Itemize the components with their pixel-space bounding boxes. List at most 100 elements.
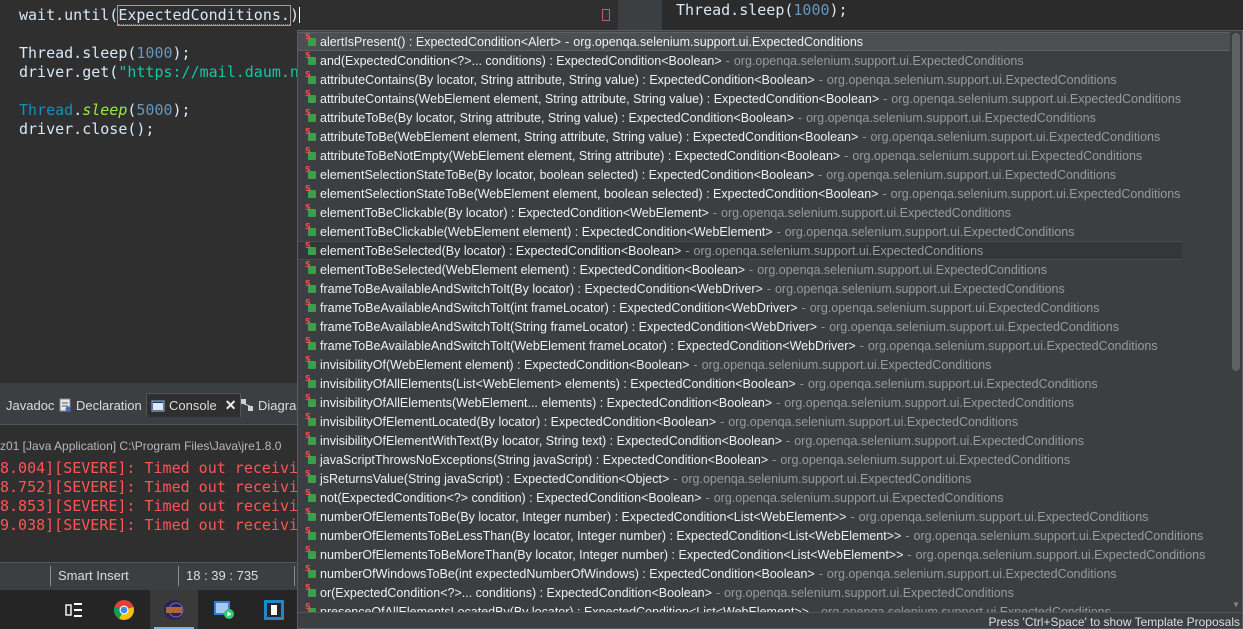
proposal-signature: frameToBeAvailableAndSwitchToIt(By locat… — [320, 281, 763, 296]
proposal-qualifier: org.openqa.selenium.support.ui.ExpectedC… — [913, 528, 1204, 543]
proposal-item[interactable]: SjavaScriptThrowsNoExceptions(String jav… — [298, 450, 1232, 469]
proposal-item[interactable]: SinvisibilityOf(WebElement element) : Ex… — [298, 355, 1232, 374]
assist-footer: Press 'Ctrl+Space' to show Template Prop… — [298, 612, 1242, 628]
code-token: ); — [829, 1, 848, 19]
proposal-signature: invisibilityOfElementWithText(By locator… — [320, 433, 783, 448]
proposal-separator: - — [776, 395, 781, 410]
console-panel[interactable]: z01 [Java Application] C:\Program Files\… — [0, 425, 298, 562]
proposal-separator: - — [766, 281, 771, 296]
proposal-item[interactable]: SnumberOfWindowsToBe(int expectedNumberO… — [298, 564, 1232, 583]
proposal-separator: - — [821, 319, 826, 334]
code-token-static-method: sleep — [82, 101, 128, 119]
tab-console[interactable]: Console ✕ — [146, 393, 242, 417]
task-view-icon[interactable] — [50, 590, 98, 629]
proposal-scrollbar[interactable]: ▼ — [1230, 31, 1242, 612]
proposal-item[interactable]: Sand(ExpectedCondition<?>... conditions)… — [298, 51, 1232, 70]
proposal-qualifier: org.openqa.selenium.support.ui.ExpectedC… — [806, 110, 1096, 125]
proposal-item[interactable]: SelementSelectionStateToBe(WebElement el… — [298, 184, 1232, 203]
proposal-signature: and(ExpectedCondition<?>... conditions) … — [320, 53, 722, 68]
proposal-signature: elementSelectionStateToBe(By locator, bo… — [320, 167, 815, 182]
proposal-item[interactable]: SinvisibilityOfElementLocated(By locator… — [298, 412, 1232, 431]
eclipse-icon[interactable] — [150, 590, 198, 629]
code-token: . — [73, 101, 83, 119]
proposal-item[interactable]: SnumberOfElementsToBeMoreThan(By locator… — [298, 545, 1232, 564]
proposal-qualifier: org.openqa.selenium.support.ui.ExpectedC… — [780, 452, 1071, 467]
console-launch-header: z01 [Java Application] C:\Program Files\… — [0, 439, 282, 453]
scroll-down-icon[interactable]: ▼ — [1232, 600, 1240, 610]
code-token: ); — [172, 44, 191, 62]
proposal-item[interactable]: SjsReturnsValue(String javaScript) : Exp… — [298, 469, 1232, 488]
code-line-5[interactable]: driver.close(); — [19, 120, 154, 139]
chrome-icon[interactable] — [100, 590, 148, 629]
tab-declaration[interactable]: Declaration — [58, 395, 142, 415]
tab-label: Javadoc — [6, 397, 55, 413]
proposal-signature: attributeContains(WebElement element, St… — [320, 91, 880, 106]
proposal-signature: numberOfElementsToBeLessThan(By locator,… — [320, 528, 902, 543]
proposal-separator: - — [673, 471, 678, 486]
proposal-item[interactable]: SinvisibilityOfElementWithText(By locato… — [298, 431, 1232, 450]
console-line: 9.038][SEVERE]: Timed out receivi — [0, 516, 298, 534]
proposal-item[interactable]: SattributeToBeNotEmpty(WebElement elemen… — [298, 146, 1232, 165]
code-line-2[interactable]: Thread.sleep(1000); — [19, 44, 191, 63]
error-marker-icon[interactable] — [602, 9, 610, 21]
code-line-3[interactable]: driver.get("https://mail.daum.n — [19, 63, 299, 82]
proposal-separator: - — [801, 300, 806, 315]
code-line-4[interactable]: Thread.sleep(5000); — [19, 101, 191, 120]
public-static-method-icon: S — [305, 146, 318, 162]
content-assist-popup[interactable]: SalertIsPresent() : ExpectedCondition<Al… — [297, 30, 1243, 629]
proposal-item[interactable]: SattributeContains(By locator, String at… — [298, 70, 1232, 89]
code-line-1[interactable]: wait.until(ExpectedConditions.) — [19, 5, 300, 26]
public-static-method-icon: S — [305, 165, 318, 181]
insert-mode-status[interactable]: Smart Insert — [58, 568, 129, 583]
second-editor[interactable]: Thread.sleep(1000); — [662, 0, 1243, 30]
media-player-icon[interactable] — [200, 590, 248, 629]
proposal-separator: - — [565, 34, 570, 49]
proposal-item[interactable]: SinvisibilityOfAllElements(WebElement...… — [298, 393, 1232, 412]
proposal-item[interactable]: SframeToBeAvailableAndSwitchToIt(WebElem… — [298, 336, 1232, 355]
code-token: driver.close(); — [19, 120, 155, 138]
proposal-item[interactable]: SelementToBeClickable(By locator) : Expe… — [298, 203, 1232, 222]
tab-diagram[interactable]: Diagra — [240, 395, 296, 415]
proposal-item[interactable]: SalertIsPresent() : ExpectedCondition<Al… — [298, 32, 1232, 51]
proposal-item[interactable]: SelementToBeSelected(WebElement element)… — [298, 260, 1232, 279]
proposal-qualifier: org.openqa.selenium.support.ui.ExpectedC… — [891, 91, 1182, 106]
close-icon[interactable]: ✕ — [225, 397, 237, 414]
declaration-icon — [58, 398, 72, 412]
code-token-string: "https://mail.daum.n — [118, 63, 299, 81]
scrollbar-thumb[interactable] — [1232, 33, 1240, 371]
app-window-icon[interactable] — [250, 590, 298, 629]
proposal-qualifier: org.openqa.selenium.support.ui.ExpectedC… — [807, 376, 1098, 391]
proposal-item[interactable]: SframeToBeAvailableAndSwitchToIt(By loca… — [298, 279, 1232, 298]
proposal-item[interactable]: SnumberOfElementsToBeLessThan(By locator… — [298, 526, 1232, 545]
proposal-item[interactable]: SframeToBeAvailableAndSwitchToIt(String … — [298, 317, 1232, 336]
proposal-separator: - — [776, 224, 781, 239]
proposal-signature: attributeToBe(By locator, String attribu… — [320, 110, 794, 125]
proposal-item[interactable]: SelementToBeClickable(WebElement element… — [298, 222, 1232, 241]
tab-javadoc[interactable]: Javadoc — [6, 395, 54, 415]
code-line[interactable]: Thread.sleep(1000); — [676, 1, 848, 20]
proposal-item[interactable]: SpresenceOfAllElementsLocatedBy(By locat… — [298, 602, 1232, 612]
proposal-item[interactable]: SframeToBeAvailableAndSwitchToIt(int fra… — [298, 298, 1232, 317]
tab-label: Console — [169, 398, 217, 413]
proposal-item[interactable]: Snot(ExpectedCondition<?> condition) : E… — [298, 488, 1232, 507]
public-static-method-icon: S — [305, 279, 318, 295]
proposal-signature: jsReturnsValue(String javaScript) : Expe… — [320, 471, 670, 486]
proposal-separator: - — [693, 357, 698, 372]
proposal-item[interactable]: Sor(ExpectedCondition<?>... conditions) … — [298, 583, 1232, 602]
proposal-item[interactable]: SelementToBeSelected(By locator) : Expec… — [298, 241, 1182, 260]
proposal-item[interactable]: SattributeToBe(WebElement element, Strin… — [298, 127, 1232, 146]
proposal-item[interactable]: SattributeToBe(By locator, String attrib… — [298, 108, 1232, 127]
proposal-item[interactable]: SnumberOfElementsToBe(By locator, Intege… — [298, 507, 1232, 526]
proposal-qualifier: org.openqa.selenium.support.ui.ExpectedC… — [867, 338, 1158, 353]
proposal-qualifier: org.openqa.selenium.support.ui.ExpectedC… — [681, 471, 972, 486]
proposal-item[interactable]: SattributeContains(WebElement element, S… — [298, 89, 1232, 108]
proposal-qualifier: org.openqa.selenium.support.ui.ExpectedC… — [809, 300, 1100, 315]
public-static-method-icon: S — [305, 70, 318, 86]
public-static-method-icon: S — [305, 298, 318, 314]
proposal-separator: - — [715, 585, 721, 600]
public-static-method-icon: S — [305, 488, 318, 504]
proposal-item[interactable]: SinvisibilityOfAllElements(List<WebEleme… — [298, 374, 1232, 393]
proposal-item[interactable]: SelementSelectionStateToBe(By locator, b… — [298, 165, 1232, 184]
proposal-qualifier: org.openqa.selenium.support.ui.ExpectedC… — [890, 186, 1181, 201]
proposal-list[interactable]: SalertIsPresent() : ExpectedCondition<Al… — [298, 31, 1232, 612]
